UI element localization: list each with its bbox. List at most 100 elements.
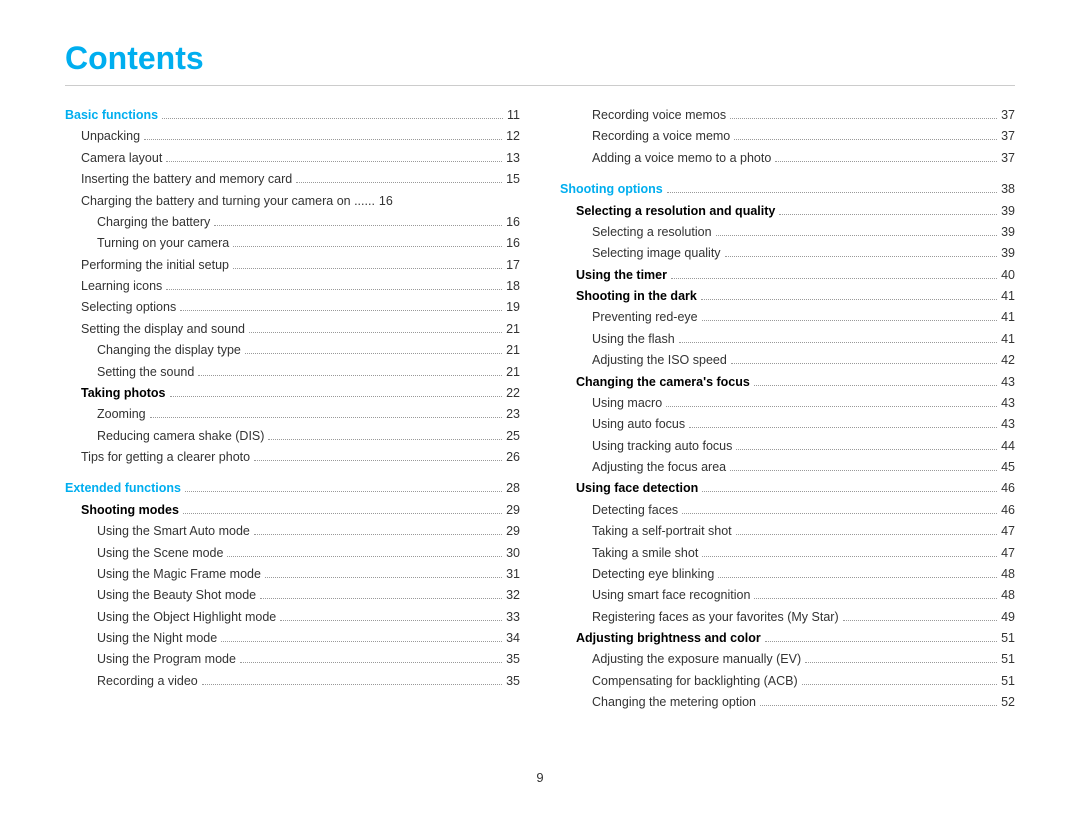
- toc-dots: [150, 417, 502, 418]
- toc-page: 33: [506, 608, 520, 627]
- toc-entry: Adjusting the exposure manually (EV)51: [560, 650, 1015, 669]
- toc-page: 39: [1001, 223, 1015, 242]
- toc-dots: [734, 139, 997, 140]
- toc-label: Recording a voice memo: [592, 127, 730, 146]
- toc-page: 34: [506, 629, 520, 648]
- toc-page: 43: [1001, 373, 1015, 392]
- toc-dots: [185, 491, 502, 492]
- toc-page: 46: [1001, 479, 1015, 498]
- toc-page: 19: [506, 298, 520, 317]
- toc-dots: [166, 289, 502, 290]
- toc-page: 49: [1001, 608, 1015, 627]
- toc-page: 29: [506, 522, 520, 541]
- toc-dots: [245, 353, 502, 354]
- toc-label: Tips for getting a clearer photo: [81, 448, 250, 467]
- toc-dots: [765, 641, 997, 642]
- toc-label: Selecting a resolution and quality: [576, 202, 775, 221]
- toc-label: Adding a voice memo to a photo: [592, 149, 771, 168]
- toc-dots: [775, 161, 997, 162]
- toc-label: Detecting eye blinking: [592, 565, 714, 584]
- spacer: [65, 469, 520, 479]
- toc-entry: Selecting image quality39: [560, 244, 1015, 263]
- toc-page: 22: [506, 384, 520, 403]
- toc-dots: [144, 139, 502, 140]
- toc-label: Shooting modes: [81, 501, 179, 520]
- toc-label: Using tracking auto focus: [592, 437, 732, 456]
- toc-page: 21: [506, 341, 520, 360]
- toc-label: Using the Night mode: [97, 629, 217, 648]
- toc-page: 16: [506, 234, 520, 253]
- toc-page: 26: [506, 448, 520, 467]
- toc-page: 16: [506, 213, 520, 232]
- toc-entry: Using smart face recognition48: [560, 586, 1015, 605]
- toc-entry: Recording a voice memo 37: [560, 127, 1015, 146]
- toc-dots: [754, 598, 997, 599]
- toc-label: Changing the metering option: [592, 693, 756, 712]
- toc-label: Charging the battery and turning your ca…: [81, 192, 375, 211]
- toc-page: 18: [506, 277, 520, 296]
- toc-page: 51: [1001, 650, 1015, 669]
- toc-label: Preventing red-eye: [592, 308, 698, 327]
- toc-dots: [701, 299, 997, 300]
- page-title: Contents: [65, 40, 1015, 77]
- toc-page: 51: [1001, 629, 1015, 648]
- toc-dots: [760, 705, 997, 706]
- toc-page: 39: [1001, 244, 1015, 263]
- toc-page: 37: [1001, 149, 1015, 168]
- toc-page: 42: [1001, 351, 1015, 370]
- toc-entry: Adjusting the focus area45: [560, 458, 1015, 477]
- toc-dots: [268, 439, 502, 440]
- toc-page: 23: [506, 405, 520, 424]
- toc-label: Using smart face recognition: [592, 586, 750, 605]
- toc-dots: [666, 406, 997, 407]
- toc-label: Using the Magic Frame mode: [97, 565, 261, 584]
- toc-entry: Compensating for backlighting (ACB)51: [560, 672, 1015, 691]
- toc-dots: [170, 396, 503, 397]
- toc-entry: Using the Magic Frame mode 31: [65, 565, 520, 584]
- right-column: Recording voice memos37 Recording a voice…: [560, 106, 1015, 715]
- toc-page: 43: [1001, 415, 1015, 434]
- toc-label: Using face detection: [576, 479, 698, 498]
- toc-entry: Adding a voice memo to a photo 37: [560, 149, 1015, 168]
- toc-entry: Using the Object Highlight mode33: [65, 608, 520, 627]
- toc-entry: Inserting the battery and memory card15: [65, 170, 520, 189]
- toc-dots: [805, 662, 997, 663]
- toc-label: Detecting faces: [592, 501, 678, 520]
- toc-dots: [802, 684, 997, 685]
- toc-label: Registering faces as your favorites (My …: [592, 608, 839, 627]
- toc-label: Using the Program mode: [97, 650, 236, 669]
- toc-dots: [162, 118, 503, 119]
- page: Contents Basic functions11Unpacking12Cam…: [0, 0, 1080, 815]
- toc-dots: [682, 513, 997, 514]
- toc-label: Shooting options: [560, 180, 663, 199]
- toc-page: 17: [506, 256, 520, 275]
- toc-entry: Recording voice memos37: [560, 106, 1015, 125]
- toc-page: 37: [1001, 127, 1015, 146]
- toc-dots: [233, 268, 502, 269]
- toc-label: Selecting options: [81, 298, 176, 317]
- toc-entry: Shooting modes29: [65, 501, 520, 520]
- spacer: [560, 170, 1015, 180]
- toc-dots: [227, 556, 502, 557]
- toc-page: 39: [1001, 202, 1015, 221]
- toc-entry: Using auto focus43: [560, 415, 1015, 434]
- toc-entry: Registering faces as your favorites (My …: [560, 608, 1015, 627]
- toc-label: Performing the initial setup: [81, 256, 229, 275]
- toc-label: Taking a self-portrait shot: [592, 522, 732, 541]
- toc-label: Using the Beauty Shot mode: [97, 586, 256, 605]
- toc-page: 38: [1001, 180, 1015, 199]
- toc-entry: Using the Smart Auto mode 29: [65, 522, 520, 541]
- toc-label: Using the Smart Auto mode: [97, 522, 250, 541]
- toc-page: 31: [506, 565, 520, 584]
- toc-entry: Selecting options 19: [65, 298, 520, 317]
- toc-page: 30: [506, 544, 520, 563]
- toc-label: Zooming: [97, 405, 146, 424]
- toc-entry: Unpacking12: [65, 127, 520, 146]
- toc-dots: [180, 310, 502, 311]
- toc-dots: [730, 470, 997, 471]
- toc-entry: Using face detection 46: [560, 479, 1015, 498]
- toc-page: 40: [1001, 266, 1015, 285]
- toc-label: Shooting in the dark: [576, 287, 697, 306]
- toc-page: 47: [1001, 544, 1015, 563]
- toc-page: 11: [507, 106, 520, 125]
